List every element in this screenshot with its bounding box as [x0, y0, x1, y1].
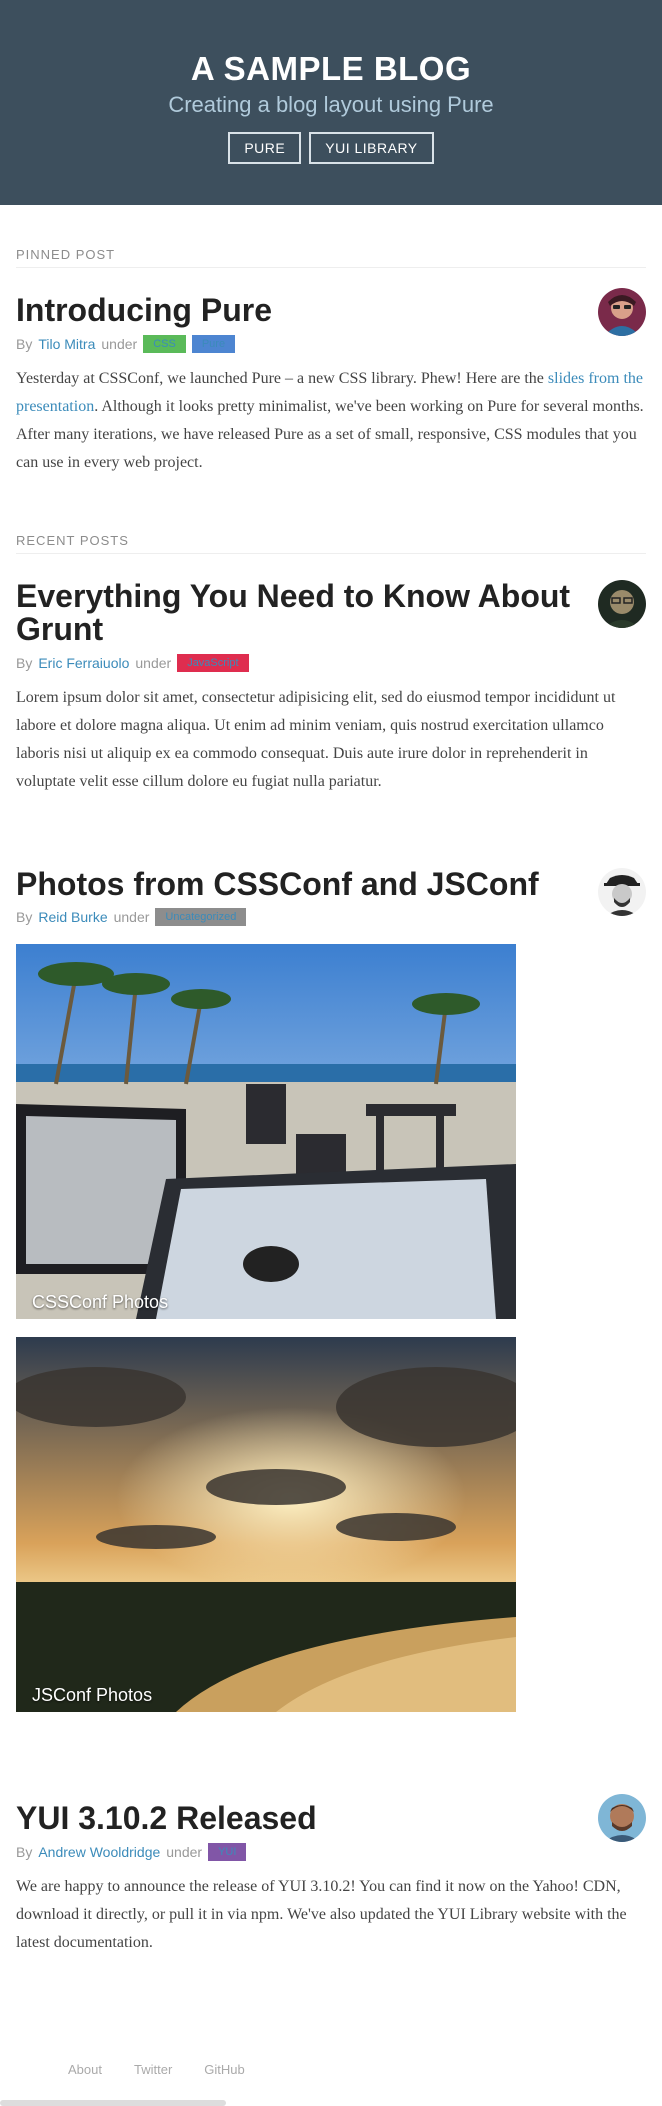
post-title[interactable]: YUI 3.10.2 Released — [16, 1802, 576, 1836]
post-header: Everything You Need to Know About Grunt … — [16, 579, 646, 672]
author-avatar[interactable] — [598, 288, 646, 336]
post-title[interactable]: Photos from CSSConf and JSConf — [16, 867, 576, 902]
post-header: YUI 3.10.2 Released By Andrew Wooldridge… — [16, 1794, 646, 1861]
author-link[interactable]: Eric Ferraiuolo — [38, 655, 129, 671]
blog-header: A SAMPLE BLOG Creating a blog layout usi… — [0, 0, 662, 205]
main-content: PINNED POST Introducing Pure By Tilo Mit… — [0, 247, 662, 1957]
cssconf-photo[interactable]: CSSConf Photos — [16, 944, 516, 1320]
post-header: Introducing Pure By Tilo Mitra under CSS… — [16, 288, 646, 353]
recent-heading: RECENT POSTS — [16, 533, 646, 554]
post-title[interactable]: Everything You Need to Know About Grunt — [16, 579, 576, 647]
meta-by: By — [16, 335, 33, 352]
author-link[interactable]: Tilo Mitra — [38, 336, 95, 352]
tag-yui[interactable]: YUI — [208, 1842, 247, 1861]
meta-under: under — [101, 335, 138, 352]
meta-by: By — [16, 1843, 33, 1860]
photo-caption: CSSConf Photos — [32, 1292, 169, 1313]
recent-section: RECENT POSTS Everything You Need to Know… — [16, 533, 646, 1957]
pinned-post: Introducing Pure By Tilo Mitra under CSS… — [16, 288, 646, 477]
author-link[interactable]: Andrew Wooldridge — [38, 1844, 160, 1860]
post-yui: YUI 3.10.2 Released By Andrew Wooldridge… — [16, 1794, 646, 1957]
footer-nav: About Twitter GitHub — [0, 2062, 662, 2077]
blog-title: A SAMPLE BLOG — [190, 49, 472, 87]
post-grunt: Everything You Need to Know About Grunt … — [16, 579, 646, 796]
author-link[interactable]: Reid Burke — [38, 909, 107, 925]
author-avatar[interactable] — [598, 1794, 646, 1843]
post-meta: By Andrew Wooldridge under YUI — [16, 1842, 576, 1861]
footer-github-link[interactable]: GitHub — [204, 2062, 244, 2077]
author-avatar[interactable] — [598, 579, 646, 628]
post-meta: By Eric Ferraiuolo under JavaScript — [16, 653, 576, 672]
post-body: Lorem ipsum dolor sit amet, consectetur … — [16, 688, 616, 790]
post-meta: By Tilo Mitra under CSS Pure — [16, 334, 576, 353]
meta-under: under — [113, 909, 150, 926]
blog-tagline: Creating a blog layout using Pure — [168, 91, 494, 117]
photo-caption: JSConf Photos — [32, 1685, 153, 1706]
footer-about-link[interactable]: About — [68, 2062, 102, 2077]
post-photos: Photos from CSSConf and JSConf By Reid B… — [16, 867, 646, 1713]
horizontal-scrollbar[interactable] — [0, 2100, 226, 2106]
post-body: We are happy to announce the release of … — [16, 1877, 627, 1951]
post-body-text: Yesterday at CSSConf, we launched Pure –… — [16, 369, 548, 387]
pinned-section: PINNED POST Introducing Pure By Tilo Mit… — [16, 247, 646, 477]
meta-under: under — [135, 654, 172, 671]
pinned-heading: PINNED POST — [16, 247, 646, 268]
meta-by: By — [16, 654, 33, 671]
tag-uncategorized[interactable]: Uncategorized — [155, 908, 247, 927]
post-body-text: . Although it looks pretty minimalist, w… — [16, 397, 644, 471]
jsconf-photo[interactable]: JSConf Photos — [16, 1337, 516, 1713]
footer-twitter-link[interactable]: Twitter — [134, 2062, 172, 2077]
post-header: Photos from CSSConf and JSConf By Reid B… — [16, 867, 646, 927]
post-body: Yesterday at CSSConf, we launched Pure –… — [16, 365, 646, 477]
header-nav: PURE YUI LIBRARY — [228, 131, 434, 164]
tag-css[interactable]: CSS — [143, 334, 186, 353]
meta-under: under — [166, 1843, 203, 1860]
author-avatar[interactable] — [598, 867, 646, 916]
nav-yui-library-button[interactable]: YUI LIBRARY — [309, 131, 434, 164]
meta-by: By — [16, 909, 33, 926]
tag-javascript[interactable]: JavaScript — [177, 653, 249, 672]
tag-pure[interactable]: Pure — [191, 334, 236, 353]
post-meta: By Reid Burke under Uncategorized — [16, 908, 576, 927]
post-title[interactable]: Introducing Pure — [16, 293, 576, 328]
nav-pure-button[interactable]: PURE — [228, 131, 302, 164]
footer: About Twitter GitHub — [0, 2062, 662, 2106]
